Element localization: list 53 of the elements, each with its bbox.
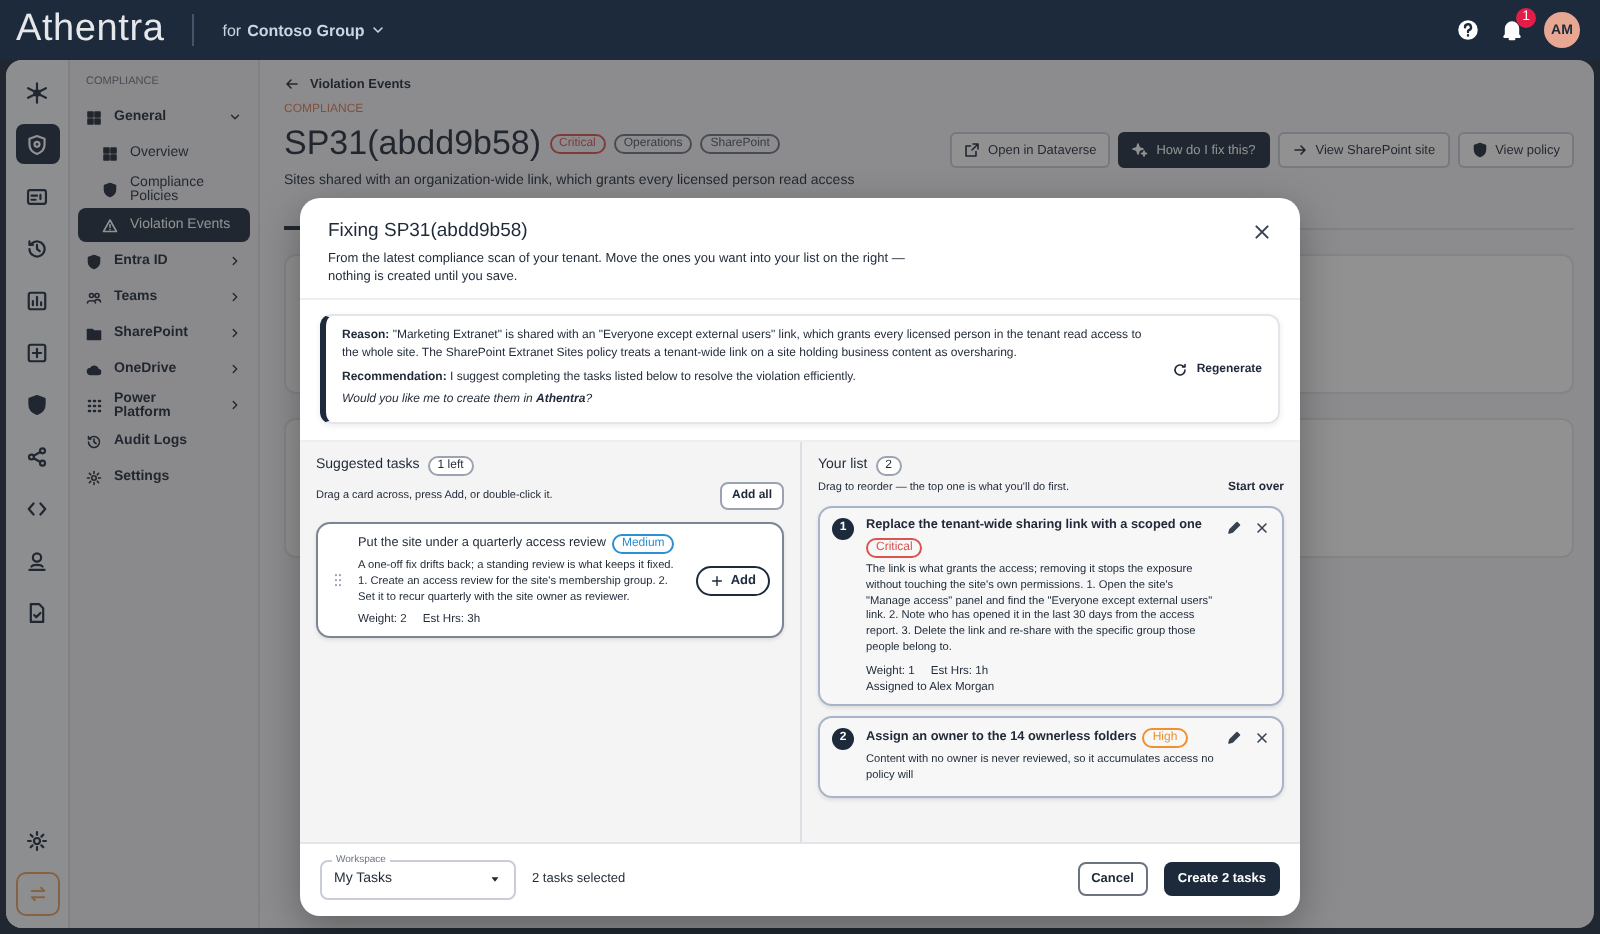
chevron-right-icon — [228, 362, 242, 376]
help-icon[interactable] — [1456, 18, 1480, 42]
arrow-right-icon — [1291, 142, 1308, 158]
chevron-down-icon — [228, 110, 242, 124]
chart-icon[interactable] — [26, 289, 48, 311]
share-icon[interactable] — [26, 445, 48, 467]
code-icon[interactable] — [26, 497, 48, 519]
task-card[interactable] — [818, 505, 1284, 706]
plus-icon — [710, 573, 725, 588]
refresh-icon — [1172, 361, 1189, 378]
close-icon[interactable] — [1252, 222, 1272, 242]
warning-icon — [102, 217, 118, 233]
shield-icon[interactable] — [26, 393, 48, 415]
people-icon — [86, 289, 102, 305]
history-icon[interactable] — [26, 237, 48, 259]
id-card-icon[interactable] — [26, 185, 48, 207]
caret-icon — [370, 22, 387, 38]
swap-arrows-icon — [27, 884, 47, 904]
brand-logo: Athentra — [16, 8, 165, 52]
history-icon — [86, 433, 102, 449]
apps-icon — [86, 397, 102, 413]
bell-icon[interactable] — [1500, 18, 1524, 42]
network-icon[interactable] — [26, 81, 48, 103]
grid-icon — [102, 145, 118, 161]
switch-button[interactable] — [15, 872, 59, 916]
shield-icon — [1471, 142, 1488, 158]
chevron-right-icon — [228, 398, 242, 412]
caret-icon — [488, 872, 502, 887]
shield-icon — [102, 181, 118, 197]
modal-title: Fixing SP31(abdd9b58) — [328, 220, 528, 242]
grid-icon — [86, 109, 102, 125]
pencil-icon[interactable] — [1226, 519, 1242, 536]
close-icon[interactable] — [1254, 729, 1270, 746]
gear-icon — [86, 469, 102, 485]
chevron-right-icon — [228, 290, 242, 304]
folder-icon — [86, 325, 102, 341]
plus-icon[interactable] — [26, 341, 48, 363]
document-icon[interactable] — [26, 601, 48, 623]
arrow-left-icon — [284, 76, 300, 92]
chevron-right-icon — [228, 326, 242, 340]
gear-icon[interactable] — [26, 830, 48, 852]
user-icon[interactable] — [26, 549, 48, 571]
chevron-right-icon — [228, 254, 242, 268]
task-card[interactable] — [316, 521, 784, 639]
shield-icon — [86, 253, 102, 269]
pencil-icon[interactable] — [1226, 729, 1242, 746]
sparkle-icon — [1132, 142, 1149, 158]
close-icon[interactable] — [1254, 519, 1270, 536]
drag-handle-icon — [330, 572, 346, 589]
cloud-icon — [86, 361, 102, 377]
page-title: SP31(abdd9b58) — [284, 124, 542, 164]
external-link-icon — [964, 142, 981, 158]
tenant-switcher[interactable]: for Contoso Group — [222, 21, 387, 39]
